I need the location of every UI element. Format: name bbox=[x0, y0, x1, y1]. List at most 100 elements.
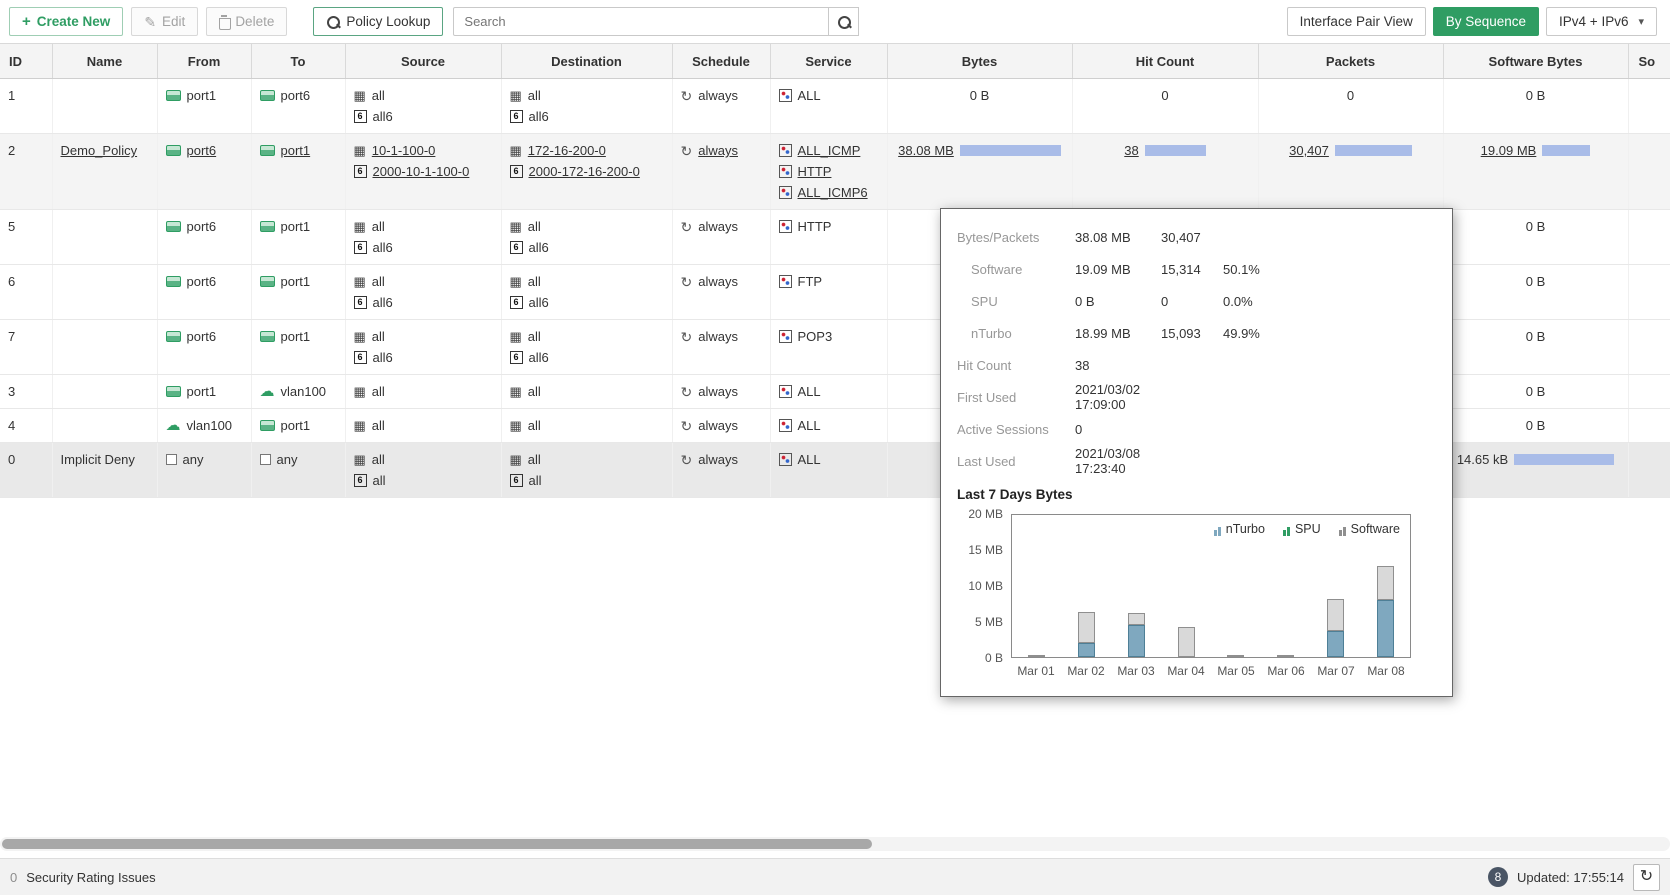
tooltip-stat-value: 19.09 MB bbox=[1075, 262, 1161, 277]
column-header-hit-count[interactable]: Hit Count bbox=[1072, 44, 1258, 79]
object-label: all bbox=[372, 415, 385, 436]
cell-destination: ▦all6all bbox=[501, 443, 672, 498]
object-entry: ▦all bbox=[510, 216, 664, 237]
column-header-overflow[interactable]: So bbox=[1628, 44, 1670, 79]
cell-software-bytes: 19.09 MB bbox=[1443, 134, 1628, 210]
object-label: all6 bbox=[529, 292, 549, 313]
value-text[interactable]: 30,407 bbox=[1289, 140, 1329, 161]
column-header-service[interactable]: Service bbox=[770, 44, 887, 79]
chart-x-axis: Mar 01Mar 02Mar 03Mar 04Mar 05Mar 06Mar … bbox=[1011, 664, 1411, 678]
cell-to: port1 bbox=[251, 320, 345, 375]
cell-from: port1 bbox=[157, 375, 251, 409]
column-header-bytes[interactable]: Bytes bbox=[887, 44, 1072, 79]
column-header-schedule[interactable]: Schedule bbox=[672, 44, 770, 79]
bar-slot bbox=[1311, 515, 1361, 657]
service-entry: ALL bbox=[779, 415, 879, 436]
object-entry: 6all bbox=[510, 470, 664, 491]
service-icon bbox=[779, 453, 792, 466]
object-label[interactable]: 10-1-100-0 bbox=[372, 140, 436, 161]
object-label[interactable]: 2000-172-16-200-0 bbox=[529, 161, 640, 182]
object-label[interactable]: port1 bbox=[281, 140, 311, 161]
tooltip-stat-row: Last Used2021/03/08 17:23:40 bbox=[957, 445, 1436, 477]
object-label: port1 bbox=[281, 271, 311, 292]
service-icon bbox=[779, 275, 792, 288]
column-header-destination[interactable]: Destination bbox=[501, 44, 672, 79]
service-icon bbox=[779, 385, 792, 398]
legend-bar bbox=[1343, 527, 1346, 536]
column-header-id[interactable]: ID bbox=[0, 44, 52, 79]
cell-bytes: 0 B bbox=[887, 79, 1072, 134]
ipv6-address-icon: 6 bbox=[510, 296, 523, 309]
vlan-cloud-icon: ☁ bbox=[166, 419, 181, 432]
service-entry: ALL bbox=[779, 85, 879, 106]
notification-badge[interactable]: 8 bbox=[1488, 867, 1508, 887]
value-wrap: 0 B bbox=[1452, 271, 1620, 292]
security-rating-label[interactable]: Security Rating Issues bbox=[26, 870, 155, 885]
object-entry: ▦172-16-200-0 bbox=[510, 140, 664, 161]
column-header-to[interactable]: To bbox=[251, 44, 345, 79]
search-input[interactable] bbox=[453, 7, 829, 36]
refresh-button[interactable]: ↻ bbox=[1633, 864, 1660, 891]
tooltip-chart-title: Last 7 Days Bytes bbox=[957, 487, 1436, 502]
edit-button[interactable]: ✎ Edit bbox=[131, 7, 198, 36]
cell-overflow bbox=[1628, 443, 1670, 498]
recurring-schedule-icon: ↻ bbox=[681, 89, 693, 103]
tooltip-stat-value: 0 B bbox=[1075, 294, 1161, 309]
cell-from: any bbox=[157, 443, 251, 498]
object-label: port1 bbox=[281, 216, 311, 237]
column-header-packets[interactable]: Packets bbox=[1258, 44, 1443, 79]
service-label[interactable]: ALL_ICMP bbox=[798, 140, 861, 161]
object-label[interactable]: 2000-10-1-100-0 bbox=[373, 161, 470, 182]
object-entry: ▦all bbox=[510, 85, 664, 106]
value-text[interactable]: 38.08 MB bbox=[898, 140, 954, 161]
value-wrap: 19.09 MB bbox=[1452, 140, 1620, 161]
cell-source: ▦all6all bbox=[345, 443, 501, 498]
cell-from: ☁vlan100 bbox=[157, 409, 251, 443]
cell-destination: ▦all bbox=[501, 409, 672, 443]
object-label[interactable]: 172-16-200-0 bbox=[528, 140, 606, 161]
y-tick-label: 15 MB bbox=[968, 543, 1003, 557]
cell-overflow bbox=[1628, 134, 1670, 210]
value-text[interactable]: 38 bbox=[1124, 140, 1138, 161]
cell-name bbox=[52, 210, 157, 265]
schedule-label[interactable]: always bbox=[698, 140, 738, 161]
delete-button[interactable]: Delete bbox=[206, 7, 287, 36]
column-header-from[interactable]: From bbox=[157, 44, 251, 79]
policy-row[interactable]: 1port1port6▦all6all6▦all6all6↻alwaysALL0… bbox=[0, 79, 1670, 134]
value-text: 0 B bbox=[1526, 271, 1546, 292]
policy-name[interactable]: Demo_Policy bbox=[61, 143, 138, 158]
object-entry: port1 bbox=[260, 415, 337, 436]
column-header-software-bytes[interactable]: Software Bytes bbox=[1443, 44, 1628, 79]
cell-service: ALL bbox=[770, 443, 887, 498]
object-entry: port6 bbox=[166, 326, 243, 347]
policy-row[interactable]: 2Demo_Policyport6port1▦10-1-100-062000-1… bbox=[0, 134, 1670, 210]
service-label[interactable]: HTTP bbox=[798, 161, 832, 182]
schedule-label: always bbox=[698, 449, 738, 470]
object-label: all bbox=[528, 85, 541, 106]
column-header-name[interactable]: Name bbox=[52, 44, 157, 79]
by-sequence-button[interactable]: By Sequence bbox=[1433, 7, 1539, 36]
column-header-source[interactable]: Source bbox=[345, 44, 501, 79]
value-text[interactable]: 19.09 MB bbox=[1481, 140, 1537, 161]
object-entry: 62000-172-16-200-0 bbox=[510, 161, 664, 182]
recurring-schedule-icon: ↻ bbox=[681, 275, 693, 289]
ip-version-dropdown[interactable]: IPv4 + IPv6 ▾ bbox=[1546, 7, 1657, 36]
interface-pair-view-button[interactable]: Interface Pair View bbox=[1287, 7, 1426, 36]
value-wrap: 38.08 MB bbox=[896, 140, 1064, 161]
object-entry: any bbox=[166, 449, 243, 470]
tooltip-stat-value: 15,314 bbox=[1161, 262, 1223, 277]
object-label[interactable]: port6 bbox=[187, 140, 217, 161]
legend-bar bbox=[1339, 530, 1342, 536]
create-new-button[interactable]: + Create New bbox=[9, 7, 123, 36]
legend-bar bbox=[1283, 530, 1286, 536]
schedule-label: always bbox=[698, 216, 738, 237]
value-wrap: 38 bbox=[1081, 140, 1250, 161]
ipv6-address-icon: 6 bbox=[354, 241, 367, 254]
cell-to: port1 bbox=[251, 409, 345, 443]
refresh-icon: ↻ bbox=[1640, 869, 1653, 885]
x-tick-label: Mar 02 bbox=[1061, 664, 1111, 678]
search-submit-button[interactable] bbox=[829, 7, 859, 36]
service-label[interactable]: ALL_ICMP6 bbox=[798, 182, 868, 203]
horizontal-scrollbar-thumb[interactable] bbox=[2, 839, 872, 849]
policy-lookup-button[interactable]: Policy Lookup bbox=[313, 7, 443, 36]
